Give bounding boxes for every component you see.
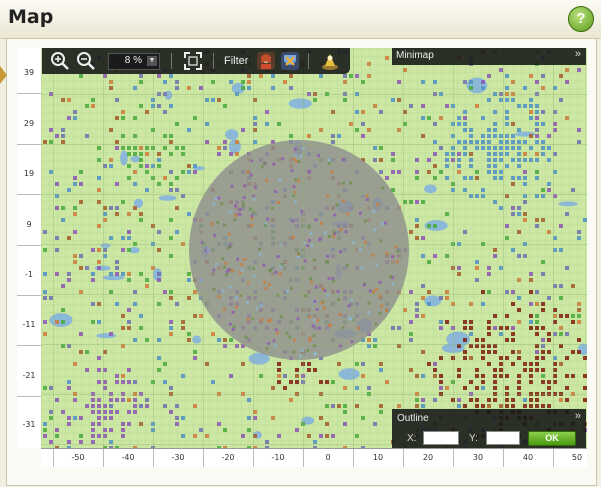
- npc-filter-icon[interactable]: [320, 51, 340, 71]
- zoom-in-icon[interactable]: [50, 51, 70, 71]
- window-title: Map: [8, 6, 54, 28]
- world-map-canvas[interactable]: [41, 48, 587, 448]
- y-tick-label: -1: [25, 270, 33, 279]
- y-tick-label: -11: [22, 320, 36, 329]
- y-tick-label: 39: [23, 68, 35, 77]
- y-tick-label: -21: [22, 371, 36, 380]
- world-map[interactable]: [41, 48, 587, 448]
- map-toolbar: 8 % ▼ Filter: [42, 48, 350, 74]
- y-tick-line: [17, 295, 41, 296]
- minimap-label: Minimap: [396, 50, 434, 61]
- toolbar-divider: [213, 53, 214, 69]
- zoom-level-value: 8 %: [124, 55, 142, 66]
- x-tick-label: -10: [271, 453, 285, 462]
- x-tick-line: [103, 449, 104, 467]
- y-tick-line: [17, 396, 41, 397]
- filter-label: Filter: [224, 55, 249, 67]
- zoom-out-icon[interactable]: [76, 51, 96, 71]
- x-tick-label: 30: [472, 453, 484, 462]
- x-tick-line: [303, 449, 304, 467]
- ok-button[interactable]: OK: [528, 431, 576, 446]
- y-tick-label: 19: [23, 169, 35, 178]
- y-tick-line: [17, 144, 41, 145]
- x-tick-line: [353, 449, 354, 467]
- x-axis: -50 -40 -30 -20 -10 0 10 20 30 40 50: [41, 448, 587, 467]
- x-coordinate-input[interactable]: [423, 431, 459, 445]
- y-tick-line: [17, 245, 41, 246]
- outline-panel: Outline » X: Y: OK: [392, 409, 586, 448]
- toolbar-divider: [308, 53, 309, 69]
- chevron-right-icon: »: [574, 48, 581, 60]
- x-tick-line: [553, 449, 554, 467]
- zoom-level-select[interactable]: 8 % ▼: [108, 53, 160, 70]
- x-tick-label: 50: [571, 453, 583, 462]
- chevron-right-icon[interactable]: »: [575, 410, 581, 422]
- x-tick-line: [453, 449, 454, 467]
- side-tab-arrow-icon[interactable]: [0, 66, 7, 84]
- y-tick-label: 29: [23, 119, 35, 128]
- help-button[interactable]: ?: [568, 6, 594, 32]
- x-tick-label: 40: [522, 453, 534, 462]
- toolbar-divider: [171, 53, 172, 69]
- chevron-down-icon: ▼: [147, 56, 157, 66]
- y-coordinate-label: Y:: [469, 433, 478, 444]
- x-tick-line: [203, 449, 204, 467]
- player-filter-icon[interactable]: [256, 51, 276, 71]
- y-tick-line: [17, 194, 41, 195]
- x-tick-line: [53, 449, 54, 467]
- x-tick-line: [253, 449, 254, 467]
- x-tick-label: -30: [171, 453, 185, 462]
- alliance-filter-icon[interactable]: [280, 51, 300, 71]
- x-tick-line: [503, 449, 504, 467]
- x-tick-line: [153, 449, 154, 467]
- x-coordinate-label: X:: [407, 433, 417, 444]
- x-tick-label: 20: [422, 453, 434, 462]
- fullscreen-icon[interactable]: [183, 51, 203, 71]
- window-header: Map ?: [0, 0, 601, 39]
- x-tick-line: [403, 449, 404, 467]
- y-tick-label: 9: [26, 220, 32, 229]
- y-tick-label: -31: [22, 420, 36, 429]
- y-coordinate-input[interactable]: [486, 431, 520, 445]
- x-tick-label: -20: [221, 453, 235, 462]
- outline-label: Outline: [397, 413, 429, 424]
- y-tick-line: [17, 345, 41, 346]
- sector-grid: [41, 48, 587, 448]
- x-tick-label: 0: [325, 453, 331, 462]
- x-tick-label: -40: [121, 453, 135, 462]
- y-axis: 39 29 19 9 -1 -11 -21 -31: [17, 48, 42, 448]
- minimap-toggle[interactable]: Minimap »: [392, 48, 586, 65]
- x-tick-label: -50: [71, 453, 85, 462]
- y-tick-line: [17, 93, 41, 94]
- x-tick-label: 10: [372, 453, 384, 462]
